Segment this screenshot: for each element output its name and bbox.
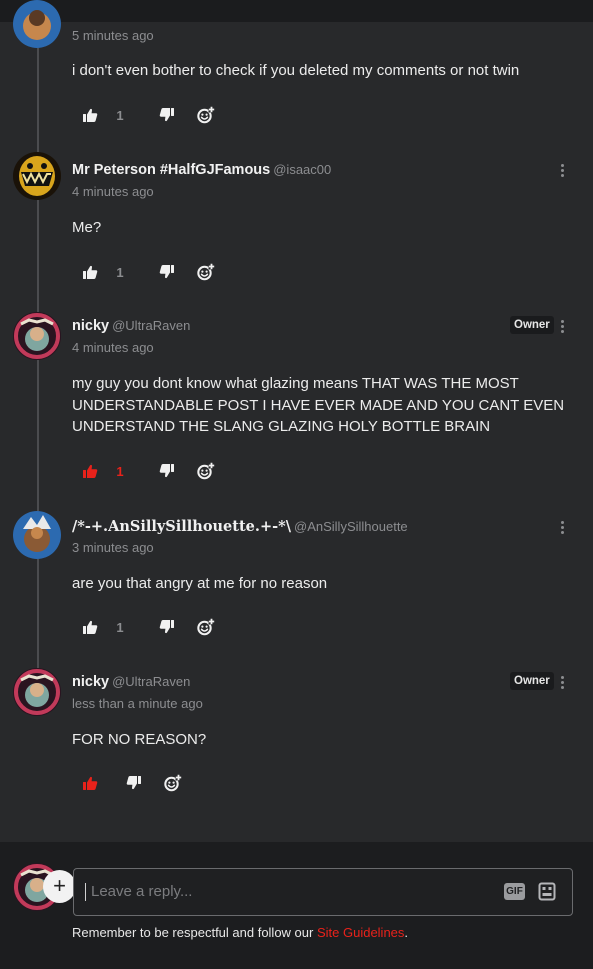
avatar[interactable] (13, 511, 61, 559)
avatar[interactable] (13, 0, 61, 48)
comment-header: Mr Peterson #HalfGJFamous @isaac00 (72, 161, 331, 178)
author-handle[interactable]: @UltraRaven (112, 674, 190, 689)
thumbs-down-icon[interactable] (159, 264, 175, 280)
like-count: 1 (116, 619, 124, 635)
comment-body: FOR NO REASON? (72, 731, 207, 748)
comment-actions: 1 (82, 105, 215, 125)
like-count: 1 (116, 107, 124, 123)
comment-body: i don't even bother to check if you dele… (72, 62, 520, 79)
thumbs-down-icon[interactable] (159, 107, 175, 123)
add-attachment-button[interactable]: + (43, 870, 76, 903)
add-emoji-icon[interactable] (197, 462, 215, 480)
like-count: 1 (116, 463, 124, 479)
more-vertical-icon[interactable] (556, 519, 570, 537)
comment-time: 3 minutes ago (72, 540, 154, 555)
comment-time: 4 minutes ago (72, 184, 154, 199)
reply-input[interactable]: Leave a reply... GIF (73, 868, 573, 916)
text-caret (85, 883, 86, 901)
thumbs-up-icon[interactable] (82, 619, 98, 635)
add-emoji-icon[interactable] (164, 774, 182, 792)
add-emoji-icon[interactable] (197, 618, 215, 636)
site-guidelines-link[interactable]: Site Guidelines (317, 925, 404, 940)
author-name[interactable]: nicky (72, 674, 109, 690)
thumbs-up-icon[interactable] (82, 775, 98, 791)
author-name[interactable]: Mr Peterson #HalfGJFamous (72, 162, 270, 178)
comment-body: my guy you dont know what glazing means … (72, 375, 565, 435)
top-bar (0, 0, 593, 22)
thumbs-up-icon[interactable] (82, 463, 98, 479)
reply-footer: + Leave a reply... GIF Remember to be re… (0, 842, 593, 969)
add-emoji-icon[interactable] (197, 106, 215, 124)
comment-actions: 1 (82, 461, 215, 481)
reply-placeholder: Leave a reply... (91, 883, 193, 900)
author-handle[interactable]: @AnSillySillhouette (294, 519, 408, 534)
more-vertical-icon[interactable] (556, 318, 570, 336)
owner-badge: Owner (510, 672, 554, 690)
author-handle[interactable]: @isaac00 (273, 162, 331, 177)
thumbs-down-icon[interactable] (126, 775, 142, 791)
comment-body: Me? (72, 219, 102, 236)
thumbs-down-icon[interactable] (159, 619, 175, 635)
avatar[interactable] (13, 668, 61, 716)
more-vertical-icon[interactable] (556, 674, 570, 692)
comment-body: are you that angry at me for no reason (72, 575, 328, 592)
guidelines-notice: Remember to be respectful and follow our… (72, 925, 408, 940)
comment-time: 5 minutes ago (72, 28, 154, 43)
comment-time: 4 minutes ago (72, 340, 154, 355)
comment-header: nicky @UltraRaven (72, 673, 190, 690)
author-name[interactable]: /*-+.AnSillySillhouette.+-*\ (72, 518, 291, 535)
more-vertical-icon[interactable] (556, 162, 570, 180)
comment-header: /*-+.AnSillySillhouette.+-*\ @AnSillySill… (72, 518, 408, 535)
comment-actions: 1 (82, 617, 215, 637)
comment-header: nicky @UltraRaven (72, 317, 190, 334)
owner-badge: Owner (510, 316, 554, 334)
thumbs-up-icon[interactable] (82, 107, 98, 123)
author-name[interactable]: nicky (72, 318, 109, 334)
guidelines-period: . (404, 925, 409, 940)
author-handle[interactable]: @UltraRaven (112, 318, 190, 333)
add-emoji-icon[interactable] (197, 263, 215, 281)
emoji-picker-icon[interactable] (538, 882, 556, 901)
thumbs-down-icon[interactable] (159, 463, 175, 479)
thumbs-up-icon[interactable] (82, 264, 98, 280)
avatar[interactable] (13, 312, 61, 360)
guidelines-text: Remember to be respectful and follow our (72, 925, 317, 940)
comment-thread: 5 minutes ago i don't even bother to che… (0, 0, 593, 842)
like-count: 1 (116, 264, 124, 280)
avatar[interactable] (13, 152, 61, 200)
comment-actions (82, 773, 182, 793)
gif-icon[interactable]: GIF (504, 883, 525, 900)
comment-time: less than a minute ago (72, 696, 203, 711)
comment-actions: 1 (82, 262, 215, 282)
